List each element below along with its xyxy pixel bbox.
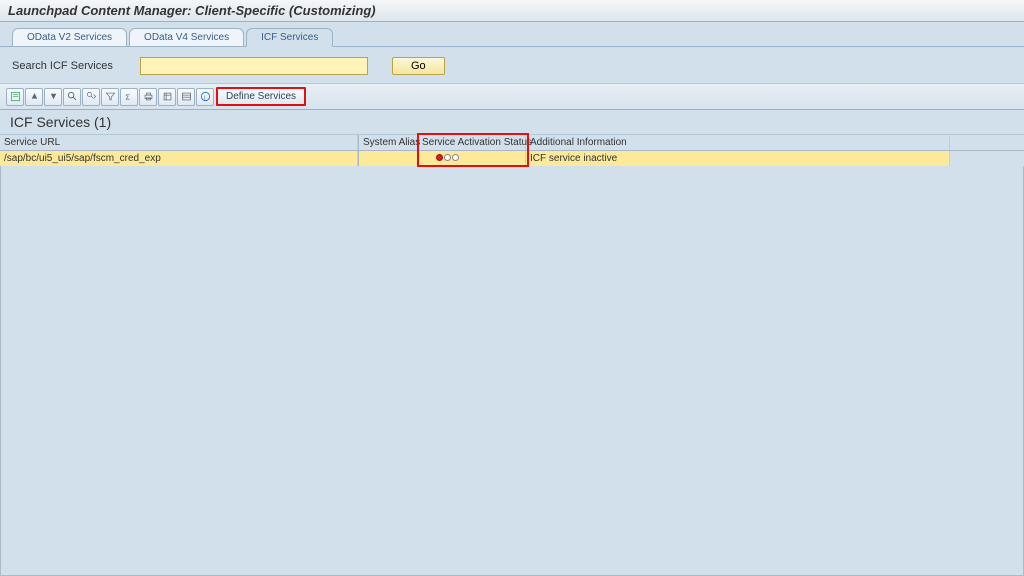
empty-area bbox=[0, 166, 1024, 576]
col-service-url[interactable]: Service URL bbox=[0, 135, 358, 150]
traffic-light-icon bbox=[436, 154, 459, 161]
col-additional-info[interactable]: Additional Information bbox=[526, 135, 950, 150]
sort-desc-icon[interactable] bbox=[44, 88, 62, 106]
search-label: Search ICF Services bbox=[12, 60, 132, 72]
tab-odata-v2[interactable]: OData V2 Services bbox=[12, 28, 127, 46]
cell-additional-info: ICF service inactive bbox=[526, 151, 950, 166]
filter-icon[interactable] bbox=[101, 88, 119, 106]
total-icon[interactable]: Σ bbox=[120, 88, 138, 106]
find-next-icon[interactable] bbox=[82, 88, 100, 106]
find-icon[interactable] bbox=[63, 88, 81, 106]
search-input[interactable] bbox=[140, 57, 368, 75]
layout-icon[interactable] bbox=[177, 88, 195, 106]
toolbar: Σ i Define Services bbox=[0, 83, 1024, 110]
go-button[interactable]: Go bbox=[392, 57, 445, 75]
print-icon[interactable] bbox=[139, 88, 157, 106]
table-area: Service URL System Alias Service Activat… bbox=[0, 135, 1024, 166]
svg-text:i: i bbox=[204, 94, 205, 101]
define-services-button[interactable]: Define Services bbox=[216, 87, 306, 106]
tab-label: OData V2 Services bbox=[27, 32, 112, 43]
cell-service-url: /sap/bc/ui5_ui5/sap/fscm_cred_exp bbox=[0, 151, 358, 166]
details-icon[interactable] bbox=[6, 88, 24, 106]
export-icon[interactable] bbox=[158, 88, 176, 106]
page-title: Launchpad Content Manager: Client-Specif… bbox=[8, 3, 376, 18]
title-bar: Launchpad Content Manager: Client-Specif… bbox=[0, 0, 1024, 22]
col-status[interactable]: Service Activation Status bbox=[418, 135, 526, 150]
col-system-alias[interactable]: System Alias bbox=[358, 135, 418, 150]
column-headers: Service URL System Alias Service Activat… bbox=[0, 135, 1024, 151]
cell-status bbox=[418, 151, 526, 166]
svg-text:Σ: Σ bbox=[125, 92, 130, 101]
list-heading: ICF Services (1) bbox=[0, 110, 1024, 135]
sort-asc-icon[interactable] bbox=[25, 88, 43, 106]
tab-icf-services[interactable]: ICF Services bbox=[246, 28, 333, 47]
info-icon[interactable]: i bbox=[196, 88, 214, 106]
tab-label: OData V4 Services bbox=[144, 32, 229, 43]
cell-system-alias bbox=[358, 151, 418, 166]
table-row[interactable]: /sap/bc/ui5_ui5/sap/fscm_cred_exp ICF se… bbox=[0, 151, 1024, 166]
tab-label: ICF Services bbox=[261, 32, 318, 43]
tab-bar: OData V2 Services OData V4 Services ICF … bbox=[0, 22, 1024, 47]
tab-odata-v4[interactable]: OData V4 Services bbox=[129, 28, 244, 46]
search-row: Search ICF Services Go bbox=[0, 47, 1024, 83]
